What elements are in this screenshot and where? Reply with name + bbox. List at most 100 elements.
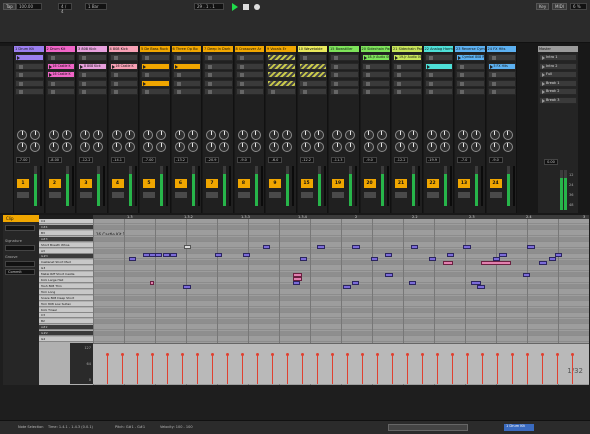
clip-slot[interactable] (172, 62, 201, 70)
empty-clip-slot[interactable] (172, 79, 201, 87)
send-knob[interactable] (61, 130, 72, 140)
empty-clip-slot[interactable] (393, 88, 422, 95)
midi-note[interactable] (555, 253, 562, 257)
volume-fader[interactable] (197, 166, 200, 206)
velocity-marker[interactable] (481, 353, 484, 384)
clip-launch-icon[interactable] (426, 64, 430, 69)
empty-clip-slot[interactable] (330, 62, 359, 70)
empty-clip-slot[interactable] (393, 62, 422, 70)
record-icon[interactable] (254, 4, 260, 10)
arm-button[interactable] (332, 192, 344, 198)
stop-clip-icon[interactable] (239, 56, 244, 60)
track-volume-field[interactable]: -7.00 (16, 157, 30, 163)
overview-scrollbar[interactable] (388, 424, 468, 431)
empty-clip-slot[interactable] (393, 79, 422, 87)
stop-clip-icon[interactable] (397, 90, 401, 94)
velocity-marker[interactable] (466, 353, 469, 384)
clip-launch-icon[interactable] (48, 73, 52, 77)
stop-clip-icon[interactable] (365, 64, 370, 69)
send-knob[interactable] (300, 142, 311, 152)
velocity-marker[interactable] (421, 353, 424, 384)
send-knob[interactable] (426, 142, 437, 152)
clip-launch-icon[interactable] (17, 56, 20, 60)
velocity-marker[interactable] (106, 353, 109, 384)
send-knob[interactable] (458, 130, 468, 140)
track-header[interactable]: 5 De Bass Ruck (140, 46, 170, 52)
arm-button[interactable] (111, 192, 124, 198)
key-row-label[interactable]: G2 (39, 337, 93, 342)
velocity-marker[interactable] (376, 353, 379, 384)
send-knob[interactable] (30, 142, 40, 152)
signature-field[interactable] (5, 245, 35, 251)
stop-clip-icon[interactable] (428, 56, 433, 60)
track-volume-field[interactable]: -7.0 (457, 157, 471, 163)
send-knob[interactable] (376, 142, 387, 152)
midi-note[interactable] (385, 273, 393, 277)
track-header[interactable]: 8 Crossover Ar (234, 46, 264, 52)
send-knob[interactable] (313, 142, 324, 152)
velocity-marker[interactable] (361, 353, 364, 384)
send-knob[interactable] (426, 130, 437, 140)
track-header[interactable]: 24 FX Hits (486, 46, 516, 52)
stop-clip-icon[interactable] (239, 90, 244, 94)
key-row-label[interactable]: G3 (39, 266, 93, 272)
empty-clip-slot[interactable] (46, 88, 75, 95)
velocity-marker[interactable] (151, 353, 154, 384)
clip-launch-icon[interactable] (48, 64, 52, 69)
stop-clip-icon[interactable] (113, 81, 118, 86)
stop-clip-icon[interactable] (145, 73, 149, 77)
send-knob[interactable] (237, 142, 248, 152)
recording-slot[interactable] (267, 54, 296, 61)
volume-fader[interactable] (260, 166, 263, 206)
stop-clip-icon[interactable] (397, 81, 401, 86)
empty-clip-slot[interactable] (204, 88, 233, 95)
empty-clip-slot[interactable] (204, 71, 233, 78)
track-header[interactable]: 23 Reverse Cymbal (455, 46, 485, 52)
track-activator-button[interactable]: 19 (332, 179, 344, 188)
empty-clip-slot[interactable] (424, 71, 453, 78)
key-row-label[interactable]: A3 (39, 248, 93, 254)
stop-clip-icon[interactable] (334, 56, 338, 60)
empty-clip-slot[interactable] (361, 71, 390, 78)
stop-clip-icon[interactable] (19, 90, 23, 94)
key-row-label[interactable]: Kick Tinsel (39, 307, 93, 313)
empty-clip-slot[interactable] (172, 54, 201, 61)
stop-clip-icon[interactable] (113, 73, 118, 77)
track-activator-button[interactable]: 1 (17, 179, 29, 188)
volume-fader[interactable] (355, 166, 357, 206)
track-volume-field[interactable]: -9.0 (488, 157, 503, 163)
velocity-marker[interactable] (271, 353, 274, 384)
midi-note[interactable] (447, 253, 454, 257)
key-row-label[interactable]: Tom 808 Low Sultan (39, 301, 93, 307)
send-knob[interactable] (111, 130, 122, 140)
empty-clip-slot[interactable] (109, 54, 138, 61)
empty-clip-slot[interactable] (298, 79, 327, 87)
midi-note[interactable] (443, 261, 453, 265)
track-header[interactable]: 3 808 Kick (77, 46, 107, 52)
send-knob[interactable] (458, 142, 468, 152)
track-volume-field[interactable]: -12.2 (79, 157, 93, 163)
midi-note[interactable] (300, 257, 307, 261)
arm-button[interactable] (174, 192, 187, 198)
empty-clip-slot[interactable] (361, 88, 390, 95)
send-knob[interactable] (282, 130, 292, 140)
send-knob[interactable] (408, 130, 418, 140)
midi-note[interactable] (429, 257, 436, 261)
track-header[interactable]: 6 Three Op Bo (171, 46, 201, 52)
key-row-label[interactable]: Tosh 808 Thin (39, 283, 93, 289)
key-row-label[interactable]: G#2 (39, 331, 93, 337)
stop-clip-icon[interactable] (208, 90, 212, 94)
track-activator-button[interactable]: 13 (458, 179, 470, 188)
midi-note[interactable] (371, 257, 378, 261)
empty-clip-slot[interactable] (361, 62, 390, 70)
clip-slot[interactable] (141, 79, 170, 87)
midi-note[interactable] (409, 281, 416, 285)
velocity-marker[interactable] (331, 353, 334, 384)
send-knob[interactable] (363, 130, 374, 140)
arm-button[interactable] (489, 192, 502, 198)
clip-slot[interactable]: 16 Castle K (46, 71, 75, 78)
velocity-marker[interactable] (256, 353, 259, 384)
velocity-editor[interactable]: 1/32 (93, 343, 589, 384)
empty-clip-slot[interactable] (487, 88, 516, 95)
midi-note[interactable] (343, 285, 351, 289)
